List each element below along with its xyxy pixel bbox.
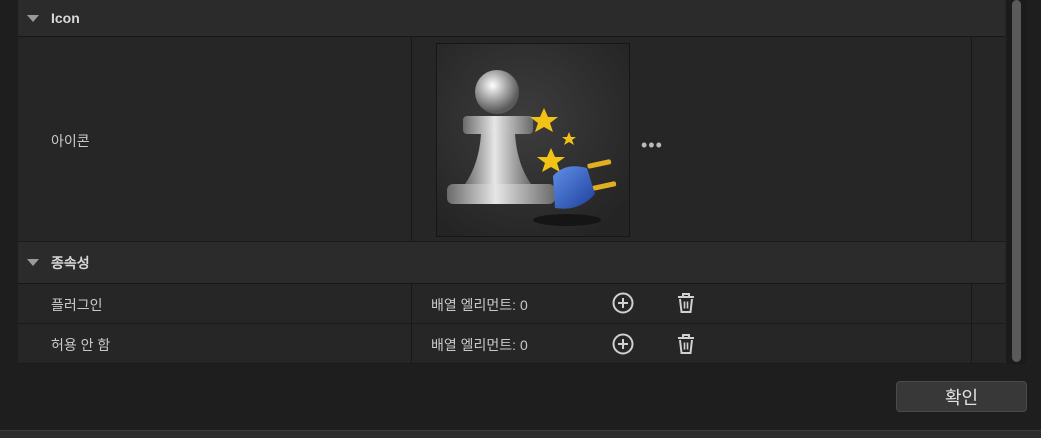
section-header-icon[interactable]: Icon [18,0,1005,37]
reset-cell [971,284,1006,323]
name-cell: 아이콘 [18,37,412,241]
section-header-dependencies[interactable]: 종속성 [18,242,1005,284]
row-label: 아이콘 [51,133,90,149]
reset-cell [971,324,1006,363]
section-title: Icon [51,10,80,26]
trash-icon[interactable] [674,291,698,315]
array-count: 배열 엘리먼트: 0 [431,297,528,313]
disallowed-row: 허용 안 함 배열 엘리먼트: 0 [18,324,1005,364]
scrollbar-thumb[interactable] [1012,0,1021,362]
plugin-icon-thumbnail[interactable] [436,43,630,237]
browse-button[interactable]: ••• [641,135,663,156]
row-label: 허용 안 함 [51,337,111,353]
section-title: 종속성 [51,254,90,271]
value-cell: 배열 엘리먼트: 0 [412,284,971,323]
icon-row: 아이콘 ••• [18,37,1005,242]
add-circle-icon[interactable] [611,291,635,315]
value-cell: 배열 엘리먼트: 0 [412,324,971,363]
value-cell: ••• [412,37,971,241]
expand-arrow-icon[interactable] [27,259,39,266]
add-circle-icon[interactable] [611,332,635,356]
trash-icon[interactable] [674,332,698,356]
row-label: 플러그인 [51,297,103,313]
name-cell: 플러그인 [18,284,412,323]
plugin-pawn-icon [437,44,629,236]
ok-button[interactable]: 확인 [896,381,1027,412]
array-count: 배열 엘리먼트: 0 [431,337,528,353]
name-cell: 허용 안 함 [18,324,412,363]
reset-cell [971,37,1006,241]
plugins-row: 플러그인 배열 엘리먼트: 0 [18,284,1005,324]
expand-arrow-icon[interactable] [27,14,39,22]
